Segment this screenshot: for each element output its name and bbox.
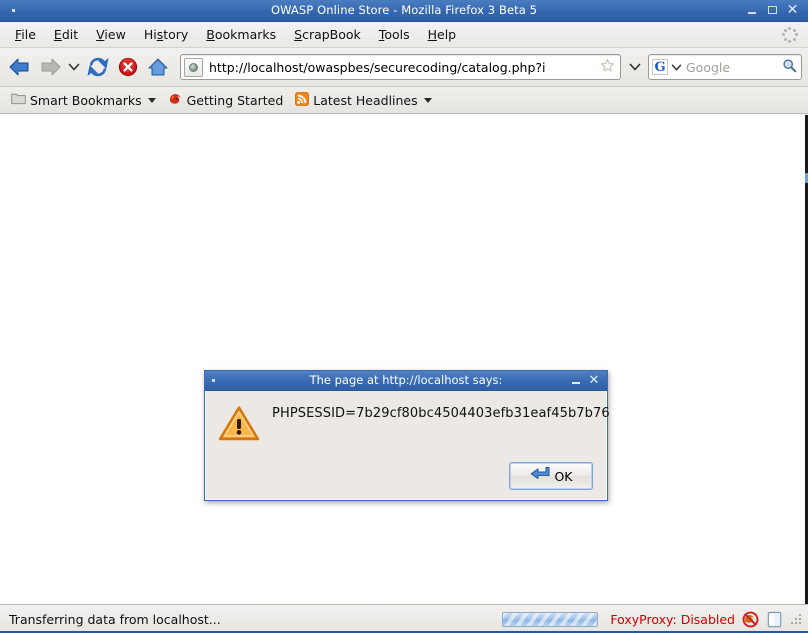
menu-item-bookmarks[interactable]: Bookmarks [197, 25, 285, 44]
dialog-menu-icon[interactable] [212, 379, 215, 382]
resize-grip[interactable] [791, 612, 803, 626]
window-controls: ✕ [746, 3, 804, 17]
forward-button [36, 53, 64, 81]
window-titlebar: OWASP Online Store - Mozilla Firefox 3 B… [0, 0, 808, 22]
javascript-alert-dialog: The page at http://localhost says: ✕ PHP… [204, 370, 610, 501]
page-load-progress-bar [502, 611, 599, 627]
history-dropdown-button[interactable] [66, 53, 82, 81]
menu-item-scrapbook[interactable]: ScrapBook [285, 25, 370, 44]
page-content-area[interactable]: The page at http://localhost says: ✕ PHP… [0, 114, 808, 604]
dialog-actions: OK [218, 462, 596, 491]
dialog-ok-label: OK [554, 468, 573, 484]
page-info-icon[interactable] [765, 610, 783, 628]
url-bar[interactable]: http://localhost/owaspbes/securecoding/c… [180, 54, 621, 80]
url-dropdown-button[interactable] [626, 53, 644, 81]
foxyproxy-disabled-icon[interactable] [741, 610, 759, 628]
status-message: Transferring data from localhost... [9, 611, 221, 627]
menu-item-edit[interactable]: Edit [45, 25, 87, 44]
dialog-title: The page at http://localhost says: [309, 373, 503, 387]
bookmark-label: Smart Bookmarks [30, 92, 142, 108]
bookmark-label: Getting Started [186, 92, 284, 108]
bookmarks-toolbar: Smart Bookmarks Getting Started Latest H… [0, 87, 808, 114]
navigation-toolbar: http://localhost/owaspbes/securecoding/c… [0, 48, 808, 87]
home-button[interactable] [144, 53, 172, 81]
site-favicon [184, 57, 203, 77]
foxyproxy-status[interactable]: FoxyProxy: Disabled [610, 612, 735, 627]
folder-icon [11, 92, 26, 108]
window-close-button[interactable]: ✕ [786, 3, 799, 17]
window-minimize-button[interactable] [746, 4, 759, 17]
dialog-titlebar: The page at http://localhost says: ✕ [205, 371, 607, 391]
back-arrow-icon [9, 58, 29, 76]
dialog-message: PHPSESSID=7b29cf80bc4504403efb31eaf45b7b… [272, 406, 610, 421]
search-input[interactable]: Google [683, 60, 782, 75]
menu-item-history[interactable]: History [135, 25, 197, 44]
chevron-down-icon[interactable] [423, 97, 432, 103]
window-menu-icon[interactable] [7, 5, 19, 17]
chevron-down-icon [671, 64, 682, 70]
google-logo-icon[interactable]: G [652, 59, 668, 75]
search-bar[interactable]: G Google [648, 54, 802, 80]
chevron-down-icon [629, 63, 641, 71]
dialog-close-button[interactable]: ✕ [588, 374, 600, 387]
home-icon [148, 58, 168, 76]
bookmark-smart-bookmarks[interactable]: Smart Bookmarks [6, 90, 161, 110]
status-bar: Transferring data from localhost... Foxy… [0, 604, 808, 633]
warning-triangle-icon [218, 405, 260, 446]
bookmark-star-icon[interactable] [600, 58, 615, 76]
search-magnifier-icon[interactable] [782, 58, 797, 76]
enter-key-icon [529, 466, 551, 487]
menu-item-tools[interactable]: Tools [370, 25, 419, 44]
reload-icon [87, 57, 109, 77]
bookmark-getting-started[interactable]: Getting Started [163, 90, 289, 111]
window-title: OWASP Online Store - Mozilla Firefox 3 B… [270, 3, 538, 17]
dialog-window-controls: ✕ [570, 374, 604, 387]
stop-icon [118, 57, 138, 77]
chevron-down-icon [68, 63, 80, 71]
bookmark-label: Latest Headlines [313, 92, 418, 108]
dialog-minimize-button[interactable] [570, 375, 582, 387]
dialog-ok-button[interactable]: OK [509, 462, 593, 490]
stop-button[interactable] [114, 53, 142, 81]
search-engine-dropdown[interactable] [670, 63, 683, 72]
firefox-icon [168, 92, 183, 109]
url-input[interactable]: http://localhost/owaspbes/securecoding/c… [207, 60, 598, 75]
chevron-down-icon[interactable] [147, 97, 156, 103]
throbber-icon [782, 26, 798, 43]
browser-window: OWASP Online Store - Mozilla Firefox 3 B… [0, 0, 808, 633]
menu-item-file[interactable]: File [6, 25, 45, 44]
back-button[interactable] [6, 53, 34, 81]
dialog-body: PHPSESSID=7b29cf80bc4504403efb31eaf45b7b… [205, 391, 610, 500]
menu-item-view[interactable]: View [87, 25, 135, 44]
reload-button[interactable] [84, 53, 112, 81]
rss-icon [295, 91, 310, 109]
bookmark-latest-headlines[interactable]: Latest Headlines [290, 90, 436, 111]
forward-arrow-icon [41, 58, 61, 76]
menu-bar: File Edit View History Bookmarks ScrapBo… [0, 22, 808, 48]
window-maximize-button[interactable] [766, 4, 779, 17]
menu-item-help[interactable]: Help [419, 25, 466, 44]
